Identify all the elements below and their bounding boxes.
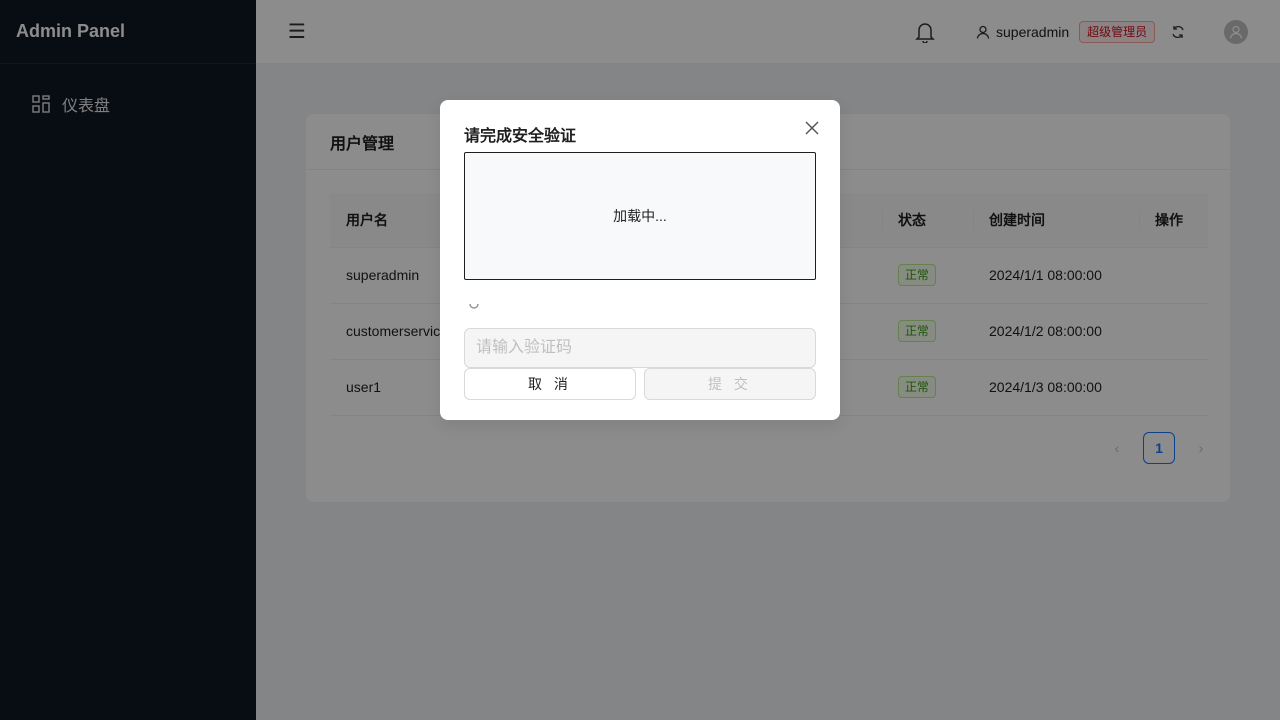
captcha-input[interactable] (464, 328, 816, 368)
loading-text: 加载中... (613, 208, 667, 224)
submit-button[interactable]: 提 交 (644, 368, 816, 400)
cancel-button[interactable]: 取 消 (464, 368, 636, 400)
modal-title: 请完成安全验证 (464, 128, 577, 145)
security-verification-modal: 请完成安全验证 加载中... 取 消 提 交 (440, 100, 840, 420)
captcha-image[interactable]: 加载中... (464, 152, 816, 280)
loading-spinner-icon (469, 303, 479, 309)
close-icon[interactable] (802, 118, 822, 138)
